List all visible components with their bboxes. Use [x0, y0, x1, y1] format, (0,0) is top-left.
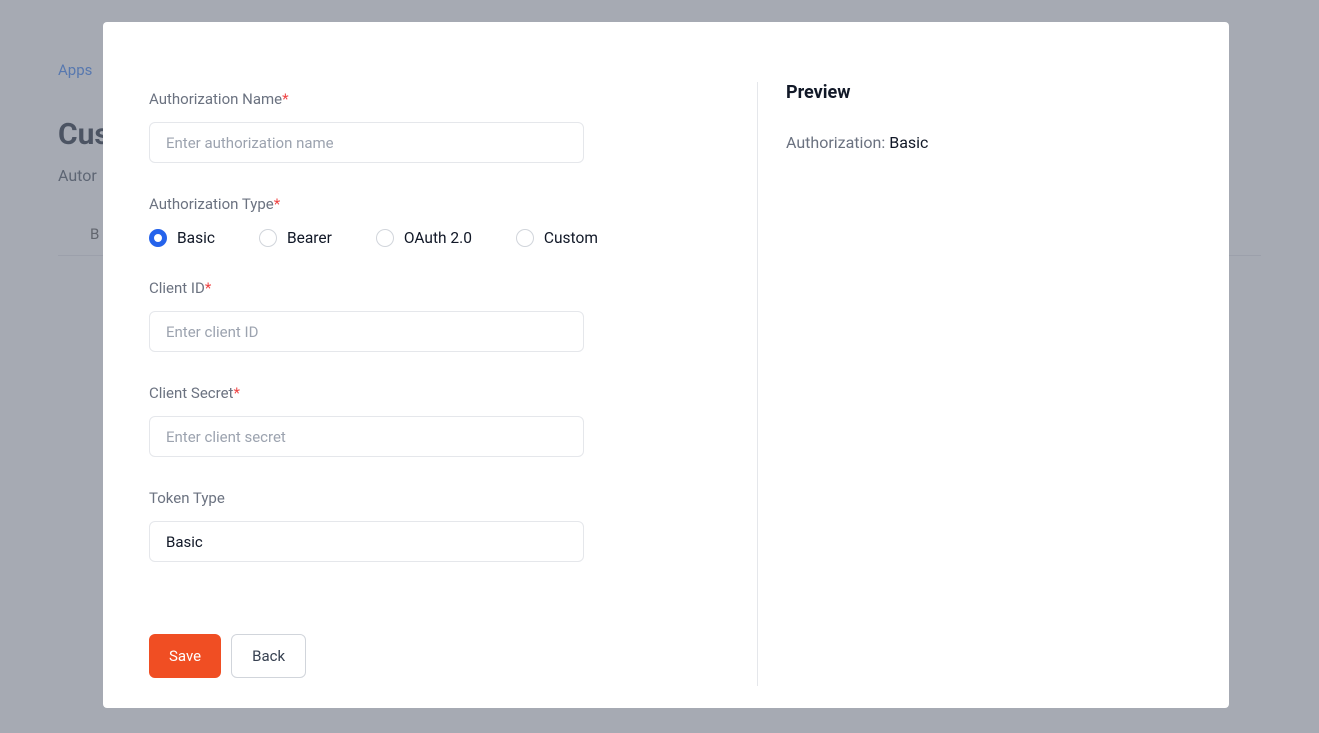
save-button[interactable]: Save	[149, 634, 221, 678]
radio-label: OAuth 2.0	[404, 229, 472, 247]
auth-type-label: Authorization Type*	[149, 195, 711, 213]
preview-auth-value: Basic	[889, 133, 928, 152]
radio-label: Bearer	[287, 229, 332, 247]
token-type-input[interactable]	[149, 521, 584, 562]
preview-title: Preview	[786, 82, 1199, 103]
auth-type-radio-oauth[interactable]: OAuth 2.0	[376, 229, 472, 247]
auth-name-input[interactable]	[149, 122, 584, 163]
modal-button-row: Save Back	[149, 634, 711, 678]
modal-preview-panel: Preview Authorization: Basic	[758, 22, 1229, 708]
radio-icon	[376, 229, 394, 247]
radio-label: Basic	[177, 229, 215, 247]
preview-auth-key: Authorization:	[786, 133, 889, 152]
modal-form-panel: Authorization Name* Authorization Type* …	[103, 22, 757, 708]
radio-icon	[516, 229, 534, 247]
auth-type-radio-group: Basic Bearer OAuth 2.0 Custom	[149, 229, 711, 247]
preview-authorization-row: Authorization: Basic	[786, 133, 1199, 152]
back-button[interactable]: Back	[231, 634, 306, 678]
client-id-input[interactable]	[149, 311, 584, 352]
radio-icon	[259, 229, 277, 247]
token-type-label: Token Type	[149, 489, 711, 507]
auth-name-label: Authorization Name*	[149, 90, 711, 108]
client-secret-label: Client Secret*	[149, 384, 711, 402]
authorization-modal: Authorization Name* Authorization Type* …	[103, 22, 1229, 708]
client-id-label: Client ID*	[149, 279, 711, 297]
radio-icon	[149, 229, 167, 247]
client-secret-input[interactable]	[149, 416, 584, 457]
auth-type-radio-custom[interactable]: Custom	[516, 229, 598, 247]
radio-label: Custom	[544, 229, 598, 247]
auth-type-radio-basic[interactable]: Basic	[149, 229, 215, 247]
auth-type-radio-bearer[interactable]: Bearer	[259, 229, 332, 247]
